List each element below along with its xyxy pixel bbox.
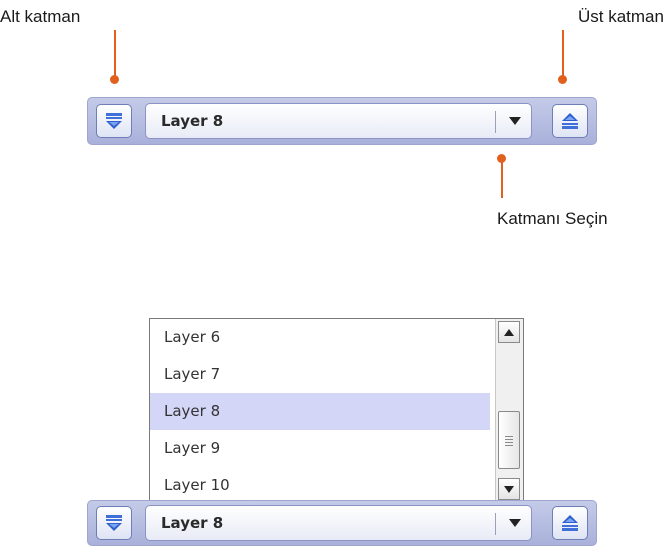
list-item[interactable]: Layer 10 [150,467,490,504]
layer-select-value: Layer 8 [161,514,224,532]
layer-select-divider [495,513,496,535]
layer-toolbar-top: Layer 8 [87,97,597,145]
callout-lower-layer-line [114,30,116,78]
list-item-selected[interactable]: Layer 8 [150,393,490,430]
scroll-up-arrow-icon [504,328,514,336]
callout-upper-layer-line [562,30,564,78]
layer-select-divider [495,111,496,133]
chevron-down-icon[interactable] [509,519,521,528]
list-item[interactable]: Layer 7 [150,356,490,393]
callout-upper-layer: Üst katman [578,7,664,26]
callout-lower-layer: Alt katman [0,7,81,26]
layer-select[interactable]: Layer 8 [145,103,532,139]
layer-select-value: Layer 8 [161,112,224,130]
arrow-up-icon [562,113,578,129]
callout-select-layer: Katmanı Seçin [497,209,608,228]
layer-dropdown-list: Layer 6 Layer 7 Layer 8 Layer 9 Layer 10 [149,318,524,505]
lower-layer-button[interactable] [96,104,132,138]
layer-toolbar-bottom: Layer 8 [87,500,597,546]
scrollbar-thumb[interactable] [498,411,520,469]
lower-layer-button[interactable] [96,506,132,540]
upper-layer-button[interactable] [552,104,588,138]
upper-layer-button[interactable] [552,506,588,540]
callout-upper-layer-dot [558,75,567,84]
scroll-down-arrow-icon [504,485,514,493]
scrollbar-grip [505,436,513,437]
scrollbar-grip [505,439,513,440]
chevron-down-icon[interactable] [509,117,521,126]
callout-lower-layer-dot [110,75,119,84]
scrollbar-grip [505,442,513,443]
arrow-down-icon [106,515,122,531]
dropdown-scrollbar[interactable] [495,319,523,504]
scroll-up-button[interactable] [498,321,520,343]
scrollbar-grip [505,445,513,446]
callout-select-layer-line [501,160,503,198]
arrow-up-icon [562,515,578,531]
scroll-down-button[interactable] [498,478,520,500]
list-item[interactable]: Layer 9 [150,430,490,467]
list-item[interactable]: Layer 6 [150,319,490,356]
arrow-down-icon [106,113,122,129]
layer-select[interactable]: Layer 8 [145,505,532,541]
